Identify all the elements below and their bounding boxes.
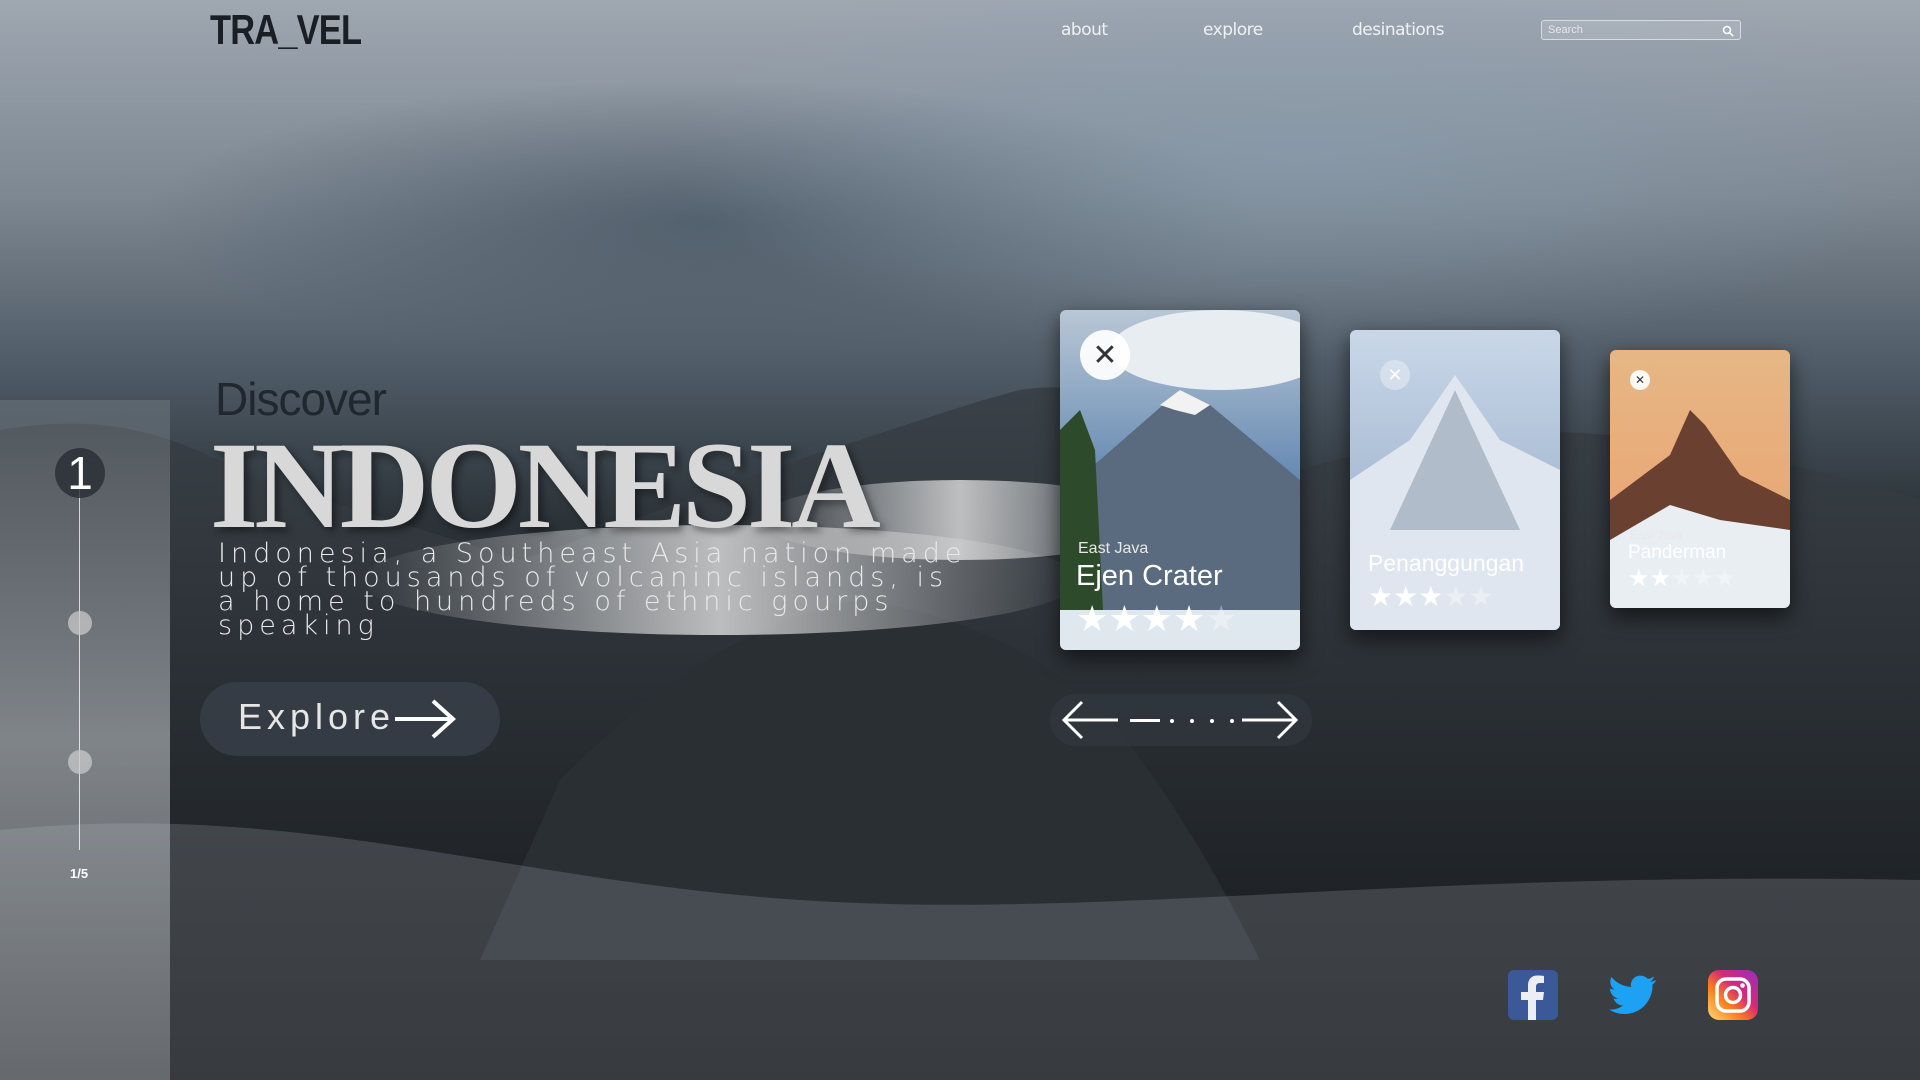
star-icon: ★ — [1205, 598, 1238, 639]
explore-button[interactable]: Explore — [200, 682, 500, 756]
star-icon: ★ — [1108, 598, 1141, 639]
twitter-icon[interactable] — [1608, 970, 1658, 1020]
star-icon: ★ — [1671, 565, 1693, 592]
carousel-dot[interactable] — [1210, 719, 1214, 723]
hero-description: Indonesia, a Southeast Asia nation made … — [218, 538, 967, 641]
star-icon: ★ — [1649, 565, 1672, 592]
carousel-dot[interactable] — [1170, 719, 1174, 723]
star-icon: ★ — [1628, 565, 1650, 592]
hero-title: INDONESIA — [210, 417, 881, 554]
carousel-dot[interactable] — [1230, 719, 1234, 723]
card-title: Penanggungan — [1368, 550, 1525, 576]
star-icon: ★ — [1393, 581, 1419, 612]
nav-about[interactable]: about — [1061, 20, 1108, 40]
destination-card-ejen-crater[interactable]: ✕ East Java Ejen Crater ★ ★ ★ ★ ★ — [1060, 310, 1300, 650]
star-icon: ★ — [1368, 581, 1394, 612]
close-icon[interactable]: ✕ — [1080, 330, 1130, 380]
close-icon[interactable]: ✕ — [1630, 370, 1650, 390]
star-icon: ★ — [1172, 598, 1206, 639]
star-icon: ★ — [1714, 565, 1736, 592]
star-icon: ★ — [1076, 598, 1109, 639]
search-icon[interactable] — [1722, 24, 1734, 42]
site-logo[interactable]: TRA_VEL — [210, 6, 362, 54]
card-region: East Java — [1630, 528, 1683, 542]
star-icon: ★ — [1443, 581, 1469, 612]
slide-progress-line — [79, 480, 80, 850]
left-fog-overlay — [0, 400, 170, 1080]
star-icon: ★ — [1140, 598, 1173, 639]
arrow-right-icon — [393, 698, 457, 745]
slide-dot-2[interactable] — [68, 611, 92, 635]
close-icon[interactable]: ✕ — [1380, 360, 1410, 390]
destination-card-penanggungan[interactable]: ✕ Penanggungan ★ ★ ★ ★ ★ — [1350, 330, 1560, 630]
nav-explore[interactable]: explore — [1203, 20, 1263, 40]
destination-card-panderman[interactable]: ✕ East Java Panderman ★ ★ ★ ★ ★ — [1610, 350, 1790, 608]
card-title: Panderman — [1628, 542, 1727, 563]
star-icon: ★ — [1692, 565, 1715, 592]
rating-stars: ★ ★ ★ ★ ★ — [1628, 564, 1736, 593]
carousel-dot[interactable] — [1190, 719, 1194, 723]
carousel-indicator-active[interactable] — [1130, 719, 1160, 722]
star-icon: ★ — [1468, 581, 1494, 612]
arrow-right-icon[interactable] — [1240, 700, 1300, 745]
search-box[interactable] — [1541, 20, 1741, 40]
instagram-icon[interactable] — [1708, 970, 1758, 1020]
card-title: Ejen Crater — [1076, 560, 1223, 592]
current-slide-number: 1 — [55, 447, 105, 499]
facebook-icon[interactable] — [1508, 970, 1558, 1020]
search-input[interactable] — [1548, 22, 1718, 38]
explore-button-label: Explore — [238, 696, 396, 737]
star-icon: ★ — [1418, 581, 1444, 612]
arrow-left-icon[interactable] — [1060, 700, 1120, 745]
rating-stars: ★ ★ ★ ★ ★ — [1076, 598, 1237, 640]
slide-dot-3[interactable] — [68, 750, 92, 774]
card-region: East Java — [1078, 540, 1149, 557]
slide-counter: 1/5 — [70, 866, 89, 881]
carousel-nav — [1050, 694, 1312, 746]
rating-stars: ★ ★ ★ ★ ★ — [1368, 580, 1494, 613]
nav-destinations[interactable]: desinations — [1352, 20, 1444, 40]
